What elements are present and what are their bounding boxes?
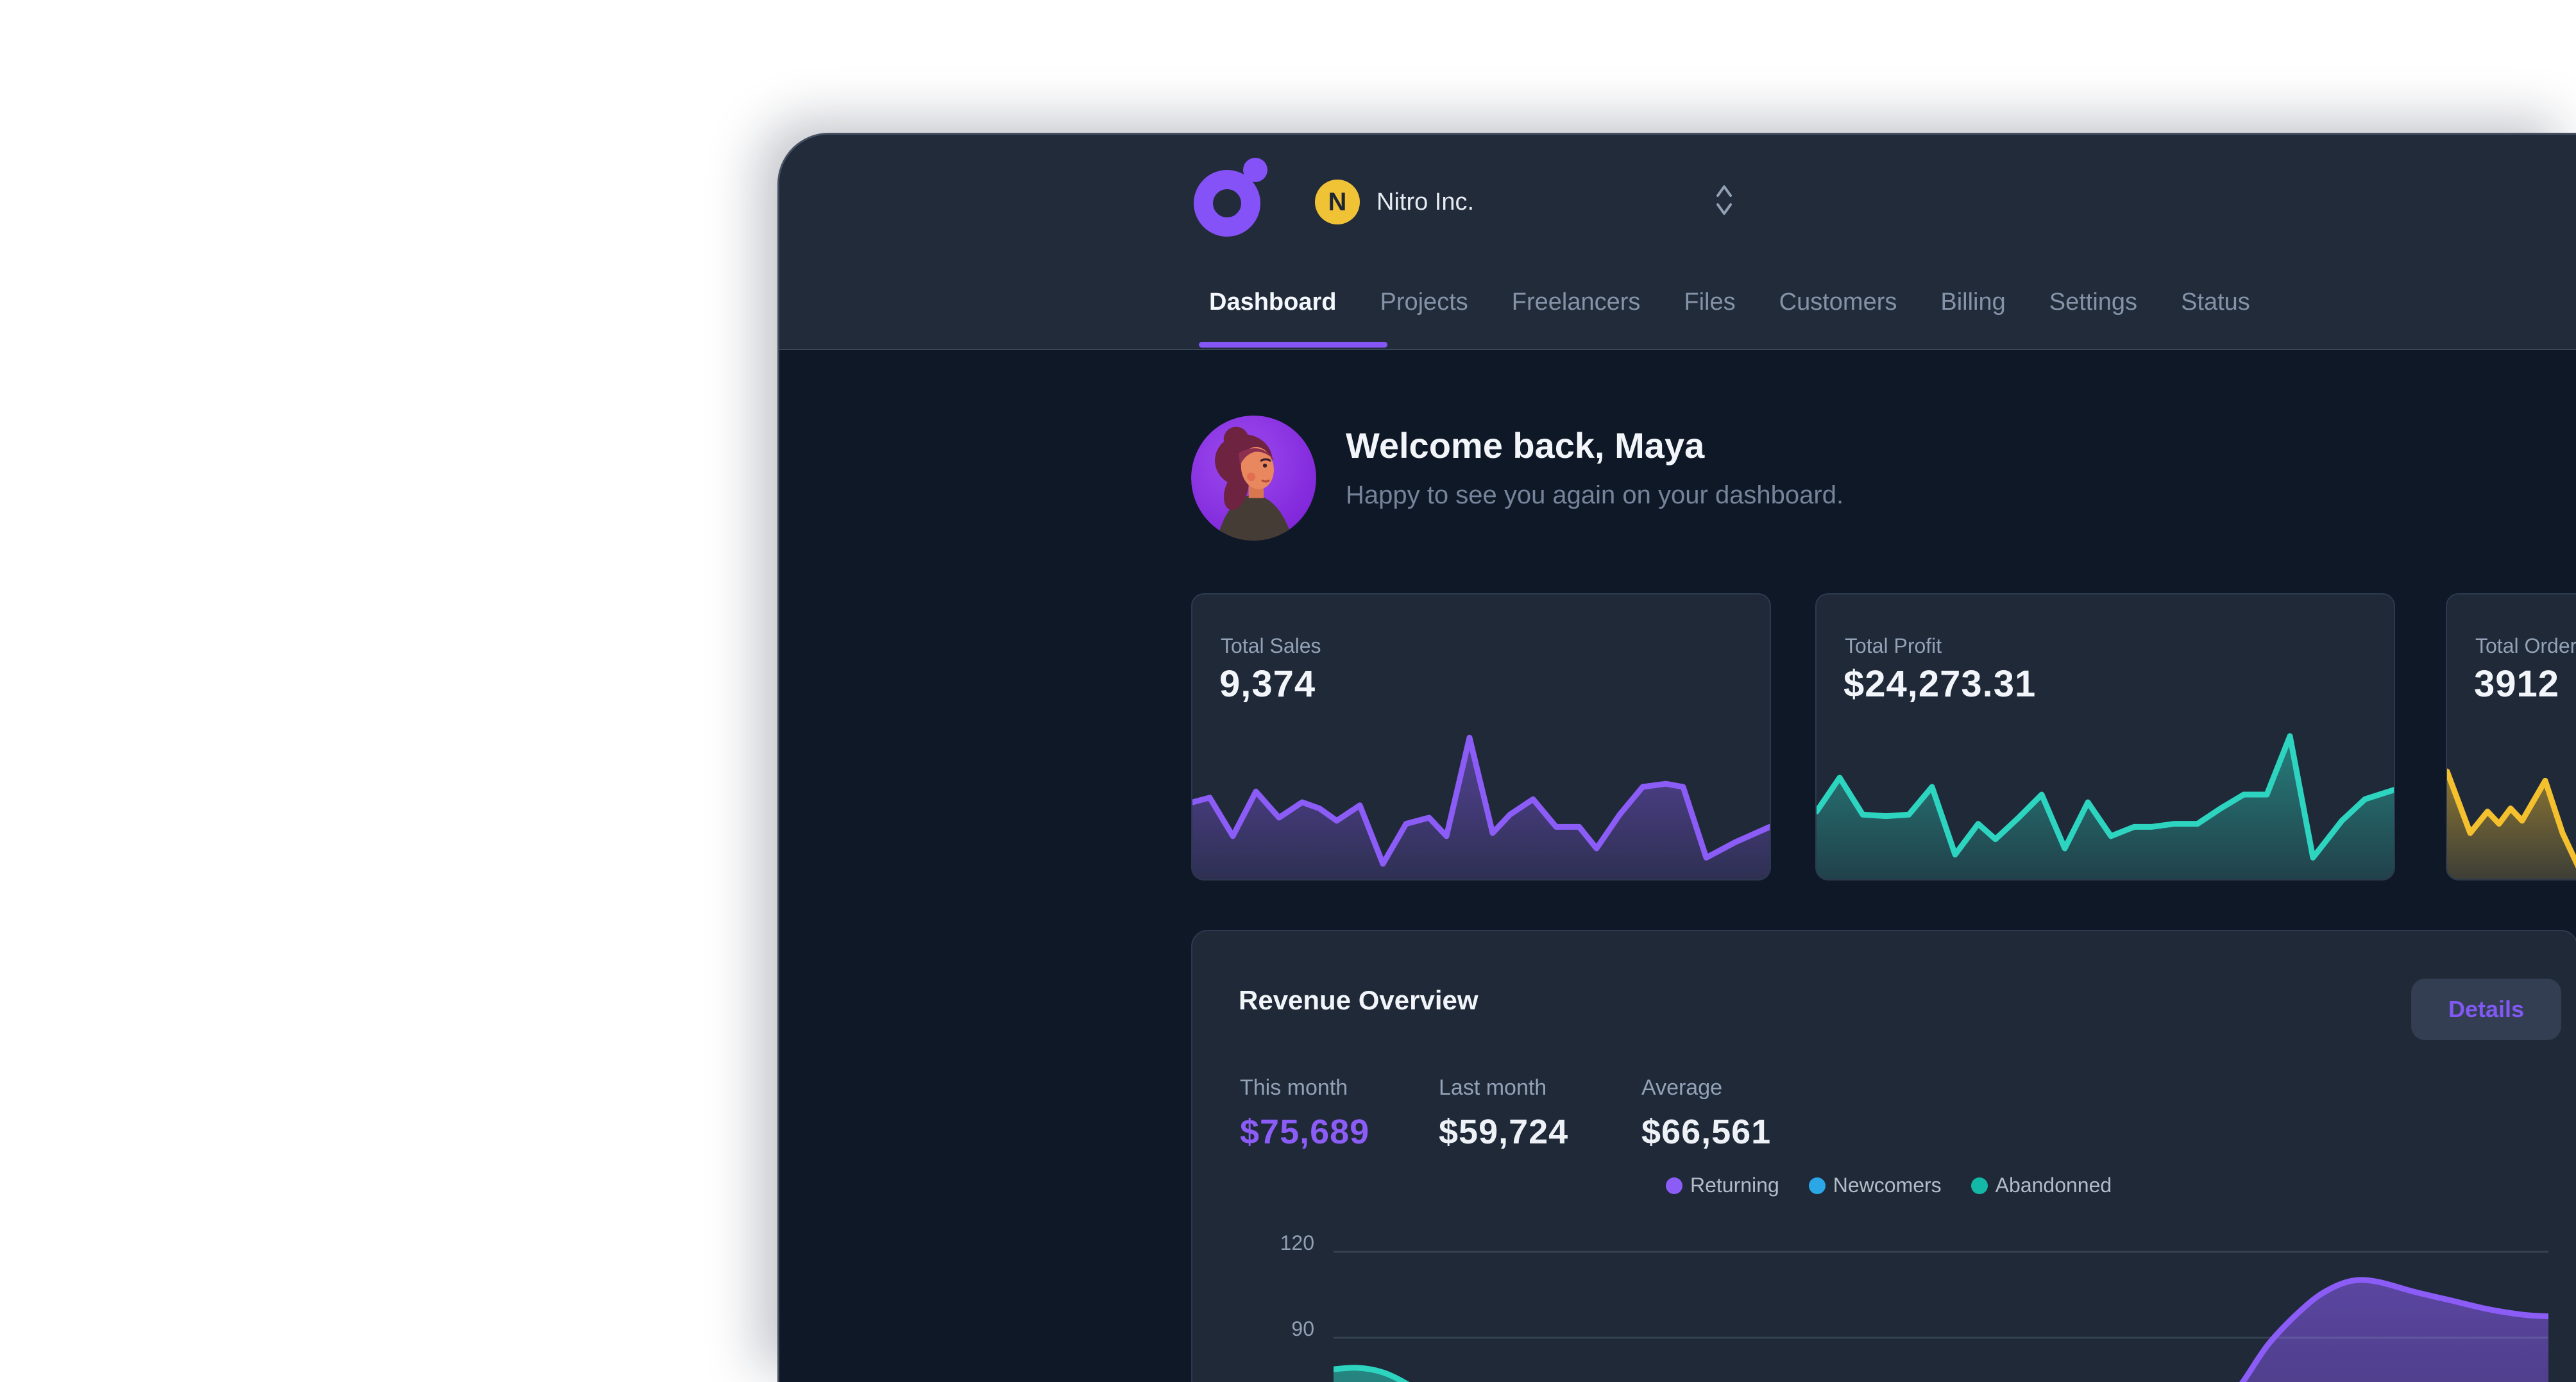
stat-value: $66,561 xyxy=(1641,1112,1771,1152)
stat-card-value: $24,273.31 xyxy=(1843,662,2036,705)
nav-item-billing[interactable]: Billing xyxy=(1940,289,2005,316)
dashboard-window: N Nitro Inc. Dashboard Projects Freelanc… xyxy=(777,133,2576,1382)
revenue-area-chart xyxy=(1334,1213,2548,1382)
stat-label: Average xyxy=(1641,1075,1771,1100)
org-switcher[interactable]: N Nitro Inc. xyxy=(1315,180,1474,224)
stat-label: This month xyxy=(1240,1075,1369,1100)
nav-item-files[interactable]: Files xyxy=(1684,289,1735,316)
nav-item-projects[interactable]: Projects xyxy=(1380,289,1468,316)
legend-dot-abandonned-icon xyxy=(1971,1177,1988,1194)
nav-item-customers[interactable]: Customers xyxy=(1779,289,1897,316)
nav-item-dashboard[interactable]: Dashboard xyxy=(1209,289,1336,316)
y-axis-tick-120: 120 xyxy=(1218,1231,1314,1255)
stat-value: $75,689 xyxy=(1240,1112,1369,1152)
legend-item-returning[interactable]: Returning xyxy=(1666,1174,1779,1197)
nav-item-settings[interactable]: Settings xyxy=(2049,289,2137,316)
sparkline-total-orders xyxy=(2447,725,2576,879)
avatar xyxy=(1191,416,1316,541)
stat-this-month: This month $75,689 xyxy=(1240,1075,1369,1152)
legend-dot-returning-icon xyxy=(1666,1177,1682,1194)
chart-legend: Returning Newcomers Abandonned xyxy=(1666,1174,2112,1197)
legend-label: Newcomers xyxy=(1833,1174,1942,1197)
stat-average: Average $66,561 xyxy=(1641,1075,1771,1152)
stat-card-total-sales: Total Sales 9,374 xyxy=(1191,593,1771,881)
stat-card-label: Total Sales xyxy=(1221,634,1321,658)
stat-card-total-profit: Total Profit $24,273.31 xyxy=(1815,593,2395,881)
app-header: N Nitro Inc. Dashboard Projects Freelanc… xyxy=(779,135,2576,350)
page-subtitle: Happy to see you again on your dashboard… xyxy=(1346,481,1843,510)
legend-label: Abandonned xyxy=(1996,1174,2112,1197)
page-title: Welcome back, Maya xyxy=(1346,425,1704,466)
stat-label: Last month xyxy=(1439,1075,1568,1100)
screen: N Nitro Inc. Dashboard Projects Freelanc… xyxy=(0,0,2576,1382)
org-name: Nitro Inc. xyxy=(1377,189,1474,216)
legend-item-newcomers[interactable]: Newcomers xyxy=(1809,1174,1942,1197)
stat-card-value: 9,374 xyxy=(1219,662,1316,705)
legend-dot-newcomers-icon xyxy=(1809,1177,1826,1194)
app-logo-dot-icon xyxy=(1243,158,1267,182)
stat-card-label: Total Profit xyxy=(1845,634,1942,658)
stat-card-label: Total Orders xyxy=(2475,634,2576,658)
stat-card-value: 3912 xyxy=(2474,662,2559,705)
legend-label: Returning xyxy=(1690,1174,1779,1197)
nav-item-freelancers[interactable]: Freelancers xyxy=(1512,289,1641,316)
stat-value: $59,724 xyxy=(1439,1112,1568,1152)
main-nav: Dashboard Projects Freelancers Files Cus… xyxy=(1209,289,2250,316)
stat-last-month: Last month $59,724 xyxy=(1439,1075,1568,1152)
legend-item-abandonned[interactable]: Abandonned xyxy=(1971,1174,2112,1197)
sparkline-total-sales xyxy=(1192,725,1770,879)
details-button[interactable]: Details xyxy=(2411,979,2561,1040)
revenue-overview-panel: Revenue Overview Details This month $75,… xyxy=(1191,930,2576,1382)
chevron-up-down-icon[interactable] xyxy=(1715,182,1734,221)
y-axis-tick-90: 90 xyxy=(1218,1317,1314,1341)
nav-item-status[interactable]: Status xyxy=(2181,289,2250,316)
org-badge-icon: N xyxy=(1315,180,1360,224)
stat-card-total-orders: Total Orders 3912 xyxy=(2446,593,2576,881)
active-tab-underline xyxy=(1199,342,1387,348)
panel-title: Revenue Overview xyxy=(1239,985,1479,1016)
sparkline-total-profit xyxy=(1817,725,2394,879)
